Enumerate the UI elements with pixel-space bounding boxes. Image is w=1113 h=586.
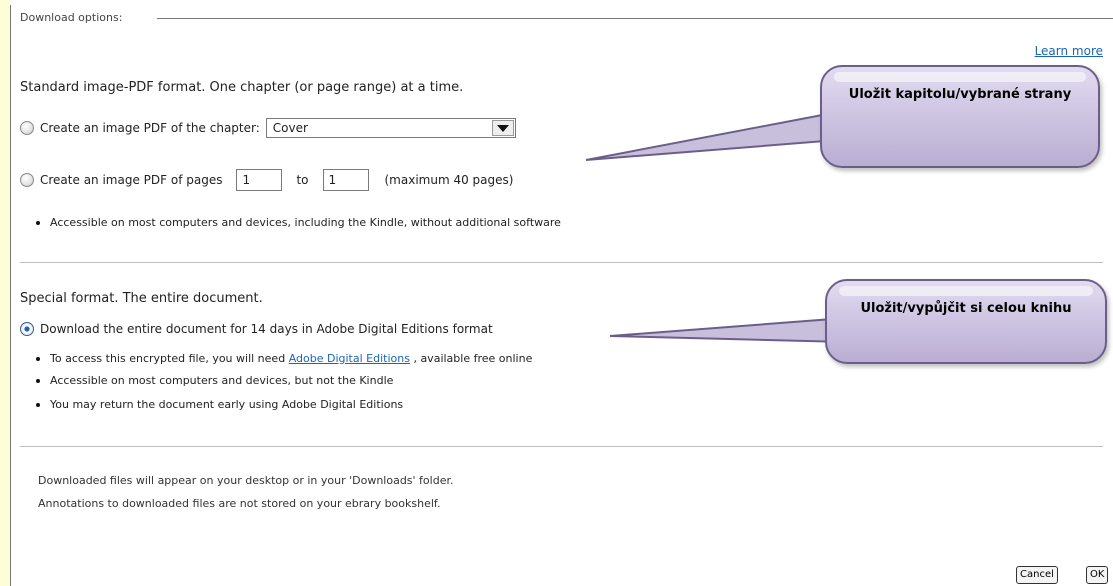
fieldset-legend: Download options: (20, 11, 127, 24)
callout-save-chapter-text: Uložit kapitolu/vybrané strany (848, 87, 1072, 102)
bullet1-suffix: , available free online (413, 352, 533, 365)
chapter-radio[interactable] (20, 121, 34, 135)
page-to-label: to (296, 173, 309, 187)
chapter-option-row: Create an image PDF of the chapter: Cove… (20, 118, 516, 138)
page-to-input[interactable]: 1 (322, 169, 369, 191)
callout-highlight (834, 72, 1086, 82)
callout-highlight (839, 286, 1093, 296)
download-entire-row: Download the entire document for 14 days… (20, 322, 493, 336)
callout-save-chapter: Uložit kapitolu/vybrané strany (820, 65, 1100, 168)
section-divider-1 (20, 262, 1103, 263)
standard-bullet: Accessible on most computers and devices… (36, 216, 561, 229)
chapter-select[interactable]: Cover (265, 118, 516, 138)
download-entire-label: Download the entire document for 14 days… (40, 322, 493, 336)
chapter-select-value: Cover (272, 121, 308, 135)
learn-more-link[interactable]: Learn more (1035, 44, 1103, 58)
fieldset-border-top (157, 18, 1113, 19)
bullet-icon (36, 378, 40, 383)
bullet-icon (36, 402, 40, 407)
bullet-icon (36, 356, 40, 361)
special-bullet-1: To access this encrypted file, you will … (36, 352, 532, 365)
special-bullet-1-text: To access this encrypted file, you will … (50, 352, 532, 365)
chevron-down-icon[interactable] (491, 120, 514, 136)
page-from-input[interactable]: 1 (236, 169, 283, 191)
annotations-note: Annotations to downloaded files are not … (38, 497, 441, 510)
bullet-icon (36, 220, 40, 225)
special-bullet-2-text: Accessible on most computers and devices… (50, 374, 394, 387)
special-bullet-3-text: You may return the document early using … (50, 398, 404, 411)
max-pages-note: (maximum 40 pages) (384, 173, 514, 187)
fieldset-border-left (10, 5, 11, 586)
cancel-button[interactable]: Cancel (1016, 566, 1058, 584)
pages-radio[interactable] (20, 173, 34, 187)
download-entire-radio[interactable] (20, 322, 34, 336)
adobe-digital-editions-link[interactable]: Adobe Digital Editions (289, 352, 410, 365)
callout-save-book: Uložit/vypůjčit si celou knihu (825, 279, 1107, 364)
standard-bullet-text: Accessible on most computers and devices… (50, 216, 561, 229)
chapter-option-label: Create an image PDF of the chapter: (40, 121, 260, 135)
special-bullet-2: Accessible on most computers and devices… (36, 374, 393, 387)
special-format-heading: Special format. The entire document. (20, 291, 263, 306)
standard-format-heading: Standard image-PDF format. One chapter (… (20, 80, 464, 95)
pages-option-label: Create an image PDF of pages (40, 173, 223, 187)
section-divider-2 (20, 446, 1103, 447)
special-bullet-3: You may return the document early using … (36, 398, 403, 411)
callout-save-book-text: Uložit/vypůjčit si celou knihu (860, 301, 1072, 316)
bullet1-prefix: To access this encrypted file, you will … (50, 352, 286, 365)
ok-button[interactable]: OK (1086, 566, 1109, 584)
download-location-note: Downloaded files will appear on your des… (38, 474, 454, 487)
pages-option-row: Create an image PDF of pages 1 to 1 (max… (20, 169, 513, 191)
